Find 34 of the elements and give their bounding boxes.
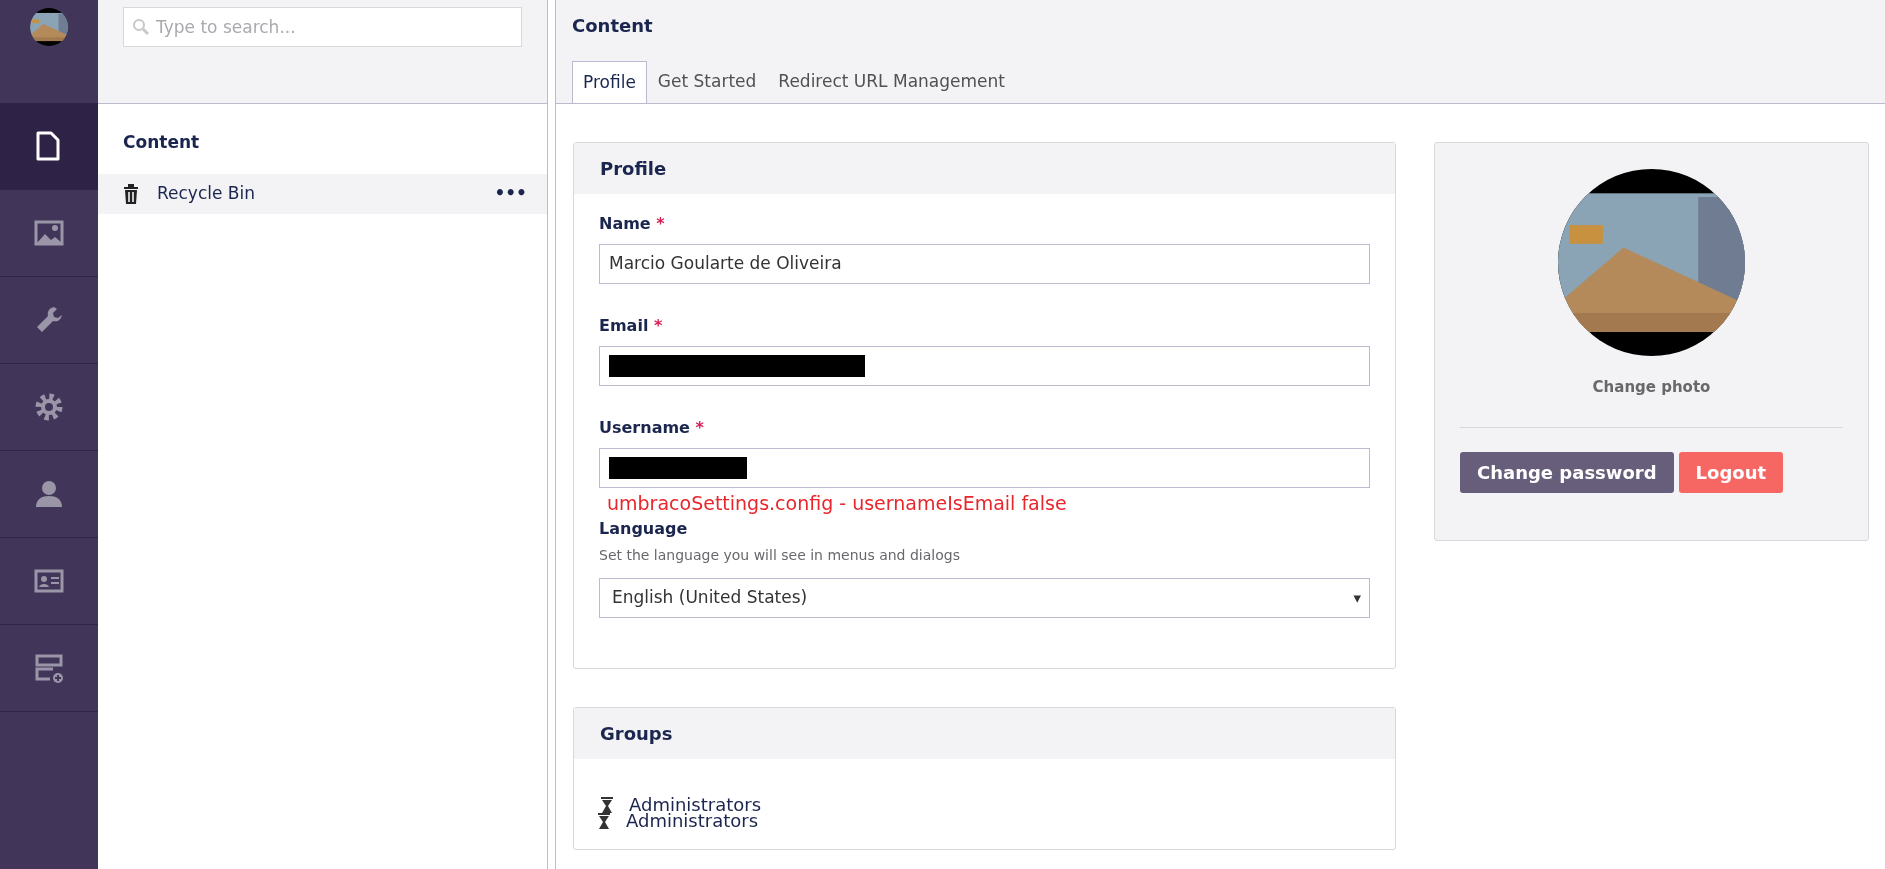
item-label: Recycle Bin	[157, 181, 256, 205]
card-title: Groups	[574, 707, 1395, 759]
group-name: Administrators	[629, 797, 762, 812]
tab[interactable]: Redirect URL Management	[767, 61, 1016, 102]
tab[interactable]: Get Started	[646, 61, 768, 102]
more-menu[interactable]: •••	[494, 180, 527, 207]
input-field[interactable]	[599, 448, 1370, 488]
search-field[interactable]: Type to search...	[123, 7, 522, 47]
language-select[interactable]: English (United States) ▾	[599, 577, 1370, 618]
input-field[interactable]: Marcio Goularte de Oliveira	[599, 244, 1370, 284]
field-label: Email *	[599, 315, 664, 337]
settings-icon	[34, 392, 64, 422]
avatar[interactable]	[30, 8, 68, 46]
tab[interactable]: Profile	[572, 61, 647, 103]
input-field[interactable]	[599, 346, 1370, 386]
layout-add-icon	[34, 653, 64, 683]
annotation-text: umbracoSettings.config - usernameIsEmail false	[607, 492, 1068, 515]
group-name: Administrators	[626, 813, 759, 828]
person-icon	[34, 479, 64, 509]
caret-icon: ▾	[1353, 586, 1361, 609]
change-photo-link[interactable]: Change photo	[1592, 376, 1711, 399]
tree-item[interactable]: Recycle Bin •••	[98, 173, 547, 214]
image-icon	[34, 218, 64, 248]
tree-heading: Content	[122, 131, 201, 154]
select-value: English (United States)	[612, 586, 808, 610]
field-label: Language	[599, 517, 689, 540]
card-title: Profile	[574, 143, 1395, 194]
field-description: Set the language you will see in menus and dialogs	[599, 545, 961, 565]
trash-icon	[123, 183, 139, 204]
change-password-button[interactable]: Change password	[1460, 451, 1674, 493]
field-label: Name *	[599, 213, 666, 235]
section-tab[interactable]	[0, 103, 98, 190]
field-label: Username *	[599, 417, 705, 439]
page-title: Content	[572, 14, 654, 38]
